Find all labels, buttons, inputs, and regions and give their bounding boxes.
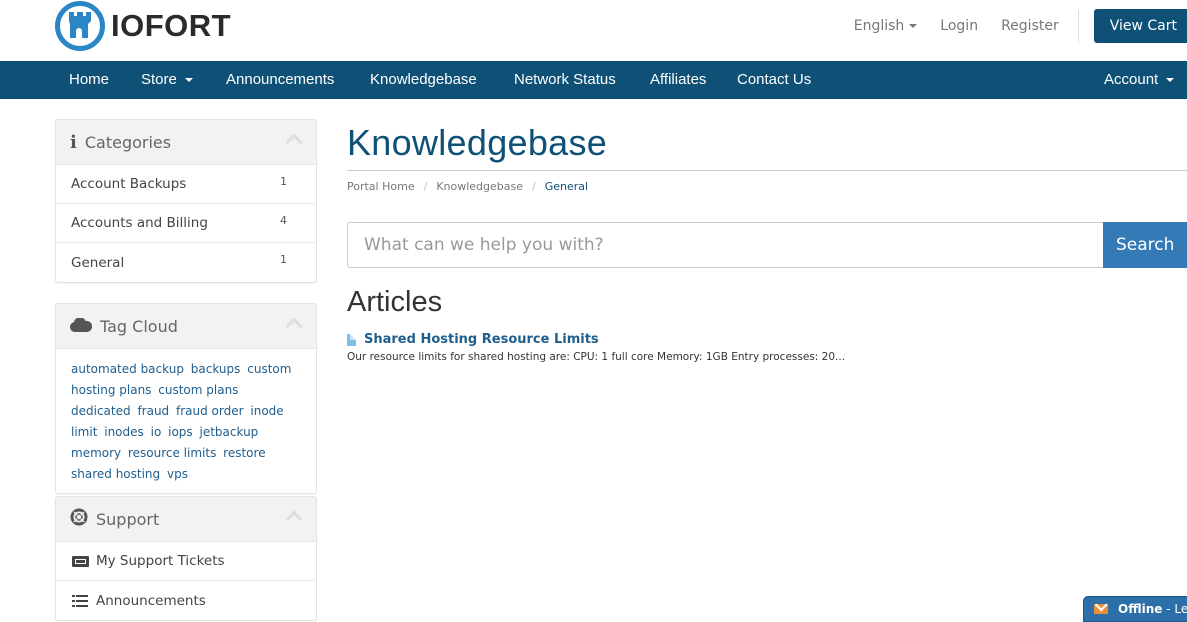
- register-link[interactable]: Register: [1001, 18, 1059, 34]
- chat-status-suffix: - Le: [1162, 602, 1187, 616]
- live-chat-widget[interactable]: Offline - Le: [1083, 596, 1187, 622]
- category-count: 4: [280, 214, 287, 227]
- life-ring-icon: [70, 508, 88, 530]
- tag-link[interactable]: shared hosting: [71, 467, 160, 481]
- caret-down-icon: [184, 78, 193, 83]
- divider: [347, 170, 1187, 171]
- category-item[interactable]: Account Backups 1: [56, 165, 316, 204]
- chevron-up-icon[interactable]: [285, 133, 303, 151]
- category-count: 1: [280, 253, 287, 266]
- articles-heading: Articles: [347, 286, 443, 318]
- nav-store[interactable]: Store: [141, 61, 193, 99]
- tag-link[interactable]: inodes: [104, 425, 144, 439]
- search-button[interactable]: Search: [1103, 222, 1187, 268]
- chevron-up-icon[interactable]: [285, 510, 303, 528]
- tag-link[interactable]: resource limits: [128, 446, 216, 460]
- cloud-icon: [69, 316, 93, 336]
- article-link[interactable]: Shared Hosting Resource Limits: [347, 332, 845, 347]
- breadcrumb: Portal Home / Knowledgebase / General: [347, 180, 588, 193]
- support-item-announcements[interactable]: Announcements: [56, 581, 316, 620]
- category-item[interactable]: Accounts and Billing 4: [56, 204, 316, 243]
- castle-icon: [55, 1, 105, 51]
- header: IOFORT English Login Register View Cart: [0, 0, 1187, 61]
- envelope-icon: [1094, 604, 1108, 614]
- nav-network-status[interactable]: Network Status: [514, 61, 616, 99]
- nav-announcements[interactable]: Announcements: [226, 61, 334, 99]
- tag-cloud-header[interactable]: Tag Cloud: [56, 304, 316, 349]
- tag-link[interactable]: custom plans: [158, 383, 238, 397]
- tag-list: automated backup backups custom hosting …: [56, 349, 316, 493]
- support-header[interactable]: Support: [56, 497, 316, 542]
- info-icon: i: [70, 131, 77, 153]
- article-snippet: Our resource limits for shared hosting a…: [347, 351, 846, 363]
- nav-affiliates[interactable]: Affiliates: [650, 61, 706, 99]
- article-item: Shared Hosting Resource Limits Our resou…: [347, 332, 845, 363]
- breadcrumb-portal-home[interactable]: Portal Home: [347, 180, 415, 193]
- logo[interactable]: IOFORT: [55, 1, 231, 51]
- tag-link[interactable]: backups: [191, 362, 241, 376]
- support-panel: Support My Support Tickets Announcements: [55, 496, 317, 621]
- tag-link[interactable]: io: [151, 425, 162, 439]
- main-nav: Home Store Announcements Knowledgebase N…: [0, 61, 1187, 99]
- breadcrumb-separator: /: [532, 180, 536, 193]
- panel-title: Support: [96, 509, 160, 529]
- login-link[interactable]: Login: [940, 18, 978, 34]
- nav-contact-us[interactable]: Contact Us: [737, 61, 811, 99]
- language-selector[interactable]: English: [854, 18, 918, 34]
- chat-status: Offline: [1118, 602, 1163, 616]
- category-count: 1: [280, 175, 287, 188]
- ticket-icon: [71, 555, 89, 567]
- tag-link[interactable]: automated backup: [71, 362, 184, 376]
- categories-header[interactable]: i Categories: [56, 120, 316, 165]
- support-item-tickets[interactable]: My Support Tickets: [56, 542, 316, 581]
- nav-home[interactable]: Home: [69, 61, 109, 99]
- tag-link[interactable]: fraud order: [176, 404, 244, 418]
- caret-down-icon: [909, 24, 918, 28]
- page-title: Knowledgebase: [347, 122, 608, 163]
- brand-name: IOFORT: [111, 8, 232, 43]
- tag-link[interactable]: fraud: [137, 404, 169, 418]
- list-icon: [71, 594, 89, 607]
- tag-cloud-panel: Tag Cloud automated backup backups custo…: [55, 303, 317, 494]
- categories-panel: i Categories Account Backups 1 Accounts a…: [55, 119, 317, 283]
- tag-link[interactable]: restore: [223, 446, 265, 460]
- nav-account[interactable]: Account: [1104, 61, 1175, 99]
- panel-title: Tag Cloud: [100, 316, 178, 336]
- chevron-up-icon[interactable]: [285, 317, 303, 335]
- tag-link[interactable]: dedicated: [71, 404, 131, 418]
- tag-link[interactable]: iops: [168, 425, 193, 439]
- category-item[interactable]: General 1: [56, 243, 316, 282]
- kb-search: Search: [347, 222, 1187, 268]
- caret-down-icon: [1166, 78, 1175, 83]
- nav-knowledgebase[interactable]: Knowledgebase: [370, 61, 477, 99]
- search-input[interactable]: [347, 222, 1103, 268]
- breadcrumb-knowledgebase[interactable]: Knowledgebase: [436, 180, 523, 193]
- file-icon: [347, 333, 356, 346]
- tag-link[interactable]: jetbackup: [200, 425, 259, 439]
- panel-title: Categories: [84, 132, 172, 152]
- tag-link[interactable]: vps: [167, 467, 188, 481]
- view-cart-button[interactable]: View Cart: [1093, 9, 1187, 43]
- tag-link[interactable]: memory: [71, 446, 121, 460]
- breadcrumb-current: General: [544, 180, 589, 193]
- breadcrumb-separator: /: [423, 180, 428, 193]
- divider: [1077, 9, 1079, 43]
